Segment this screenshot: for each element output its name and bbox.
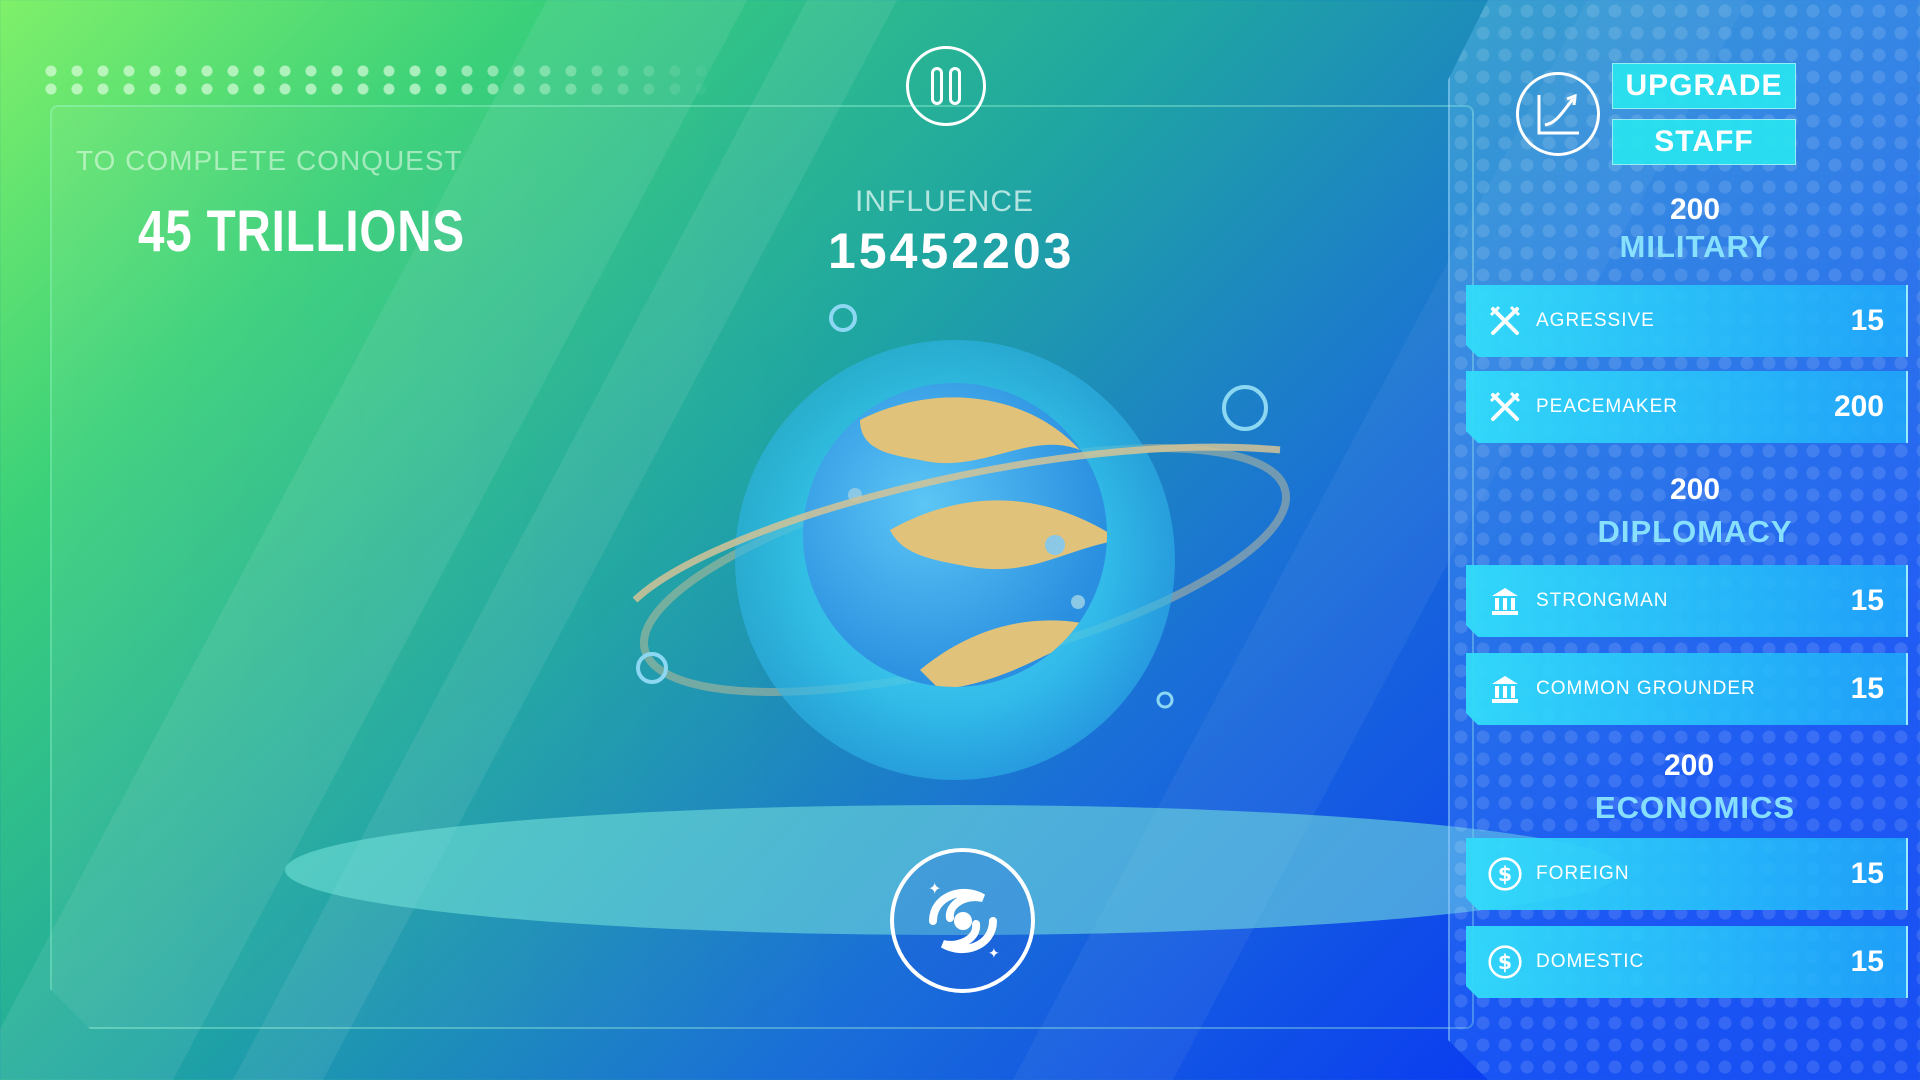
diplomacy-item-common-grounder[interactable]: COMMON GROUNDER 15 <box>1466 653 1908 725</box>
item-label: DOMESTIC <box>1536 951 1645 972</box>
pause-icon <box>931 67 961 105</box>
government-building-icon <box>1488 584 1522 618</box>
dollar-coin-icon: $ <box>1488 945 1522 979</box>
item-value: 15 <box>1850 672 1884 705</box>
svg-text:✦: ✦ <box>988 946 1000 962</box>
crossed-swords-icon <box>1488 390 1522 424</box>
svg-text:✦: ✦ <box>928 879 941 898</box>
economics-value: 200 <box>1663 749 1715 782</box>
item-label: AGRESSIVE <box>1536 310 1655 331</box>
military-title: MILITARY <box>1619 229 1771 264</box>
influence-label: INFLUENCE <box>855 185 1035 218</box>
upgrade-button[interactable]: UPGRADE <box>1612 63 1796 109</box>
item-value: 15 <box>1850 584 1884 617</box>
economics-item-domestic[interactable]: $ DOMESTIC 15 <box>1466 926 1908 998</box>
dot-pattern <box>38 62 728 98</box>
galaxy-icon: ✦ ✦ <box>928 879 1000 962</box>
diplomacy-title: DIPLOMACY <box>1597 514 1793 549</box>
diplomacy-item-strongman[interactable]: STRONGMAN 15 <box>1466 565 1908 637</box>
economics-item-foreign[interactable]: $ FOREIGN 15 <box>1466 838 1908 910</box>
pause-button[interactable] <box>906 46 986 126</box>
military-item-agressive[interactable]: AGRESSIVE 15 <box>1466 285 1908 357</box>
item-label: FOREIGN <box>1536 863 1630 884</box>
svg-text:$: $ <box>1498 950 1512 974</box>
government-building-icon <box>1488 672 1522 706</box>
svg-text:$: $ <box>1498 862 1512 886</box>
galaxy-button[interactable]: ✦ ✦ <box>890 848 1035 993</box>
item-value: 15 <box>1850 304 1884 337</box>
item-label: PEACEMAKER <box>1536 396 1678 417</box>
crossed-swords-icon <box>1488 304 1522 338</box>
conquest-value: 45 TRILLIONS <box>138 199 465 264</box>
military-value: 200 <box>1669 193 1721 226</box>
conquest-label: TO COMPLETE CONQUEST <box>76 145 463 176</box>
item-value: 200 <box>1833 390 1884 423</box>
item-label: COMMON GROUNDER <box>1536 678 1756 699</box>
item-value: 15 <box>1850 945 1884 978</box>
influence-value: 15452203 <box>828 223 1075 279</box>
planet-icon[interactable] <box>560 300 1360 800</box>
item-label: STRONGMAN <box>1536 590 1669 611</box>
economics-title: ECONOMICS <box>1594 790 1796 825</box>
military-item-peacemaker[interactable]: PEACEMAKER 200 <box>1466 371 1908 443</box>
dollar-coin-icon: $ <box>1488 857 1522 891</box>
growth-chart-icon <box>1537 93 1579 135</box>
diplomacy-value: 200 <box>1669 473 1721 506</box>
item-value: 15 <box>1850 857 1884 890</box>
staff-button[interactable]: STAFF <box>1612 119 1796 165</box>
upgrade-staff-button[interactable] <box>1516 72 1600 156</box>
